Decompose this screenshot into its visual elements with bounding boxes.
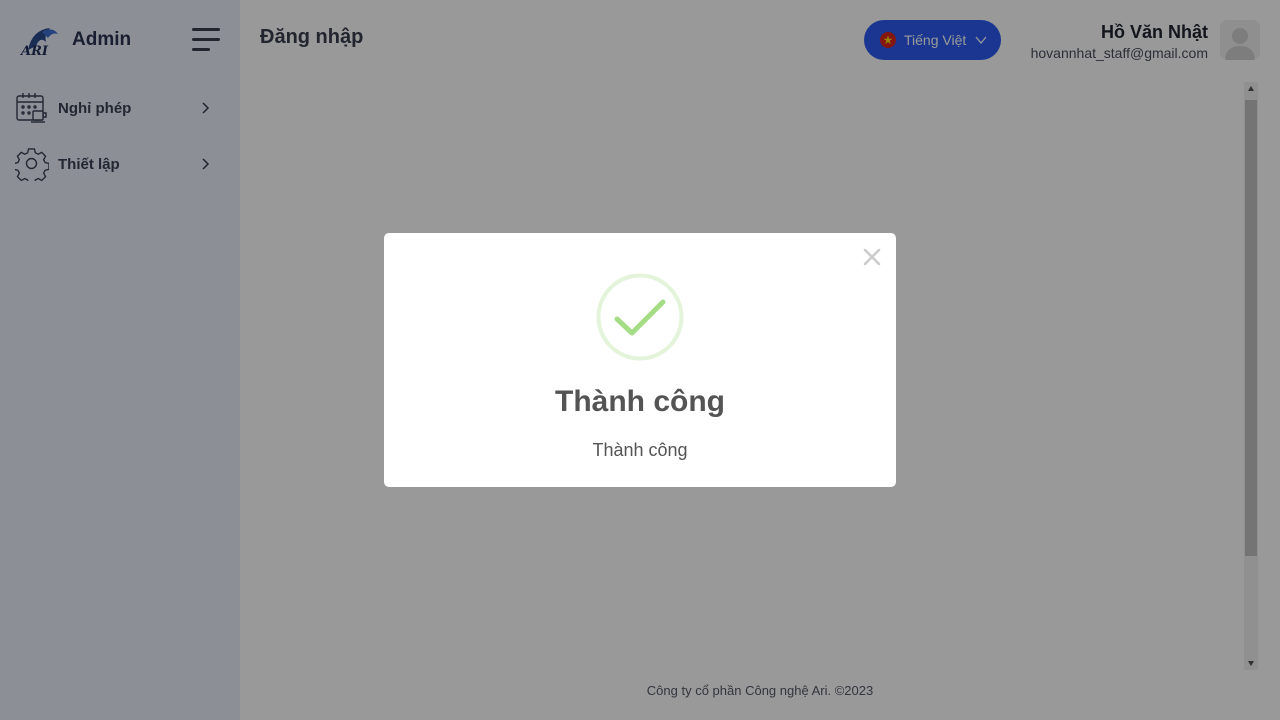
close-icon[interactable] — [862, 247, 882, 267]
dialog-title: Thành công — [555, 385, 725, 418]
success-dialog: Thành công Thành công — [384, 233, 896, 487]
dialog-message: Thành công — [592, 440, 688, 460]
success-check-icon — [596, 273, 684, 361]
